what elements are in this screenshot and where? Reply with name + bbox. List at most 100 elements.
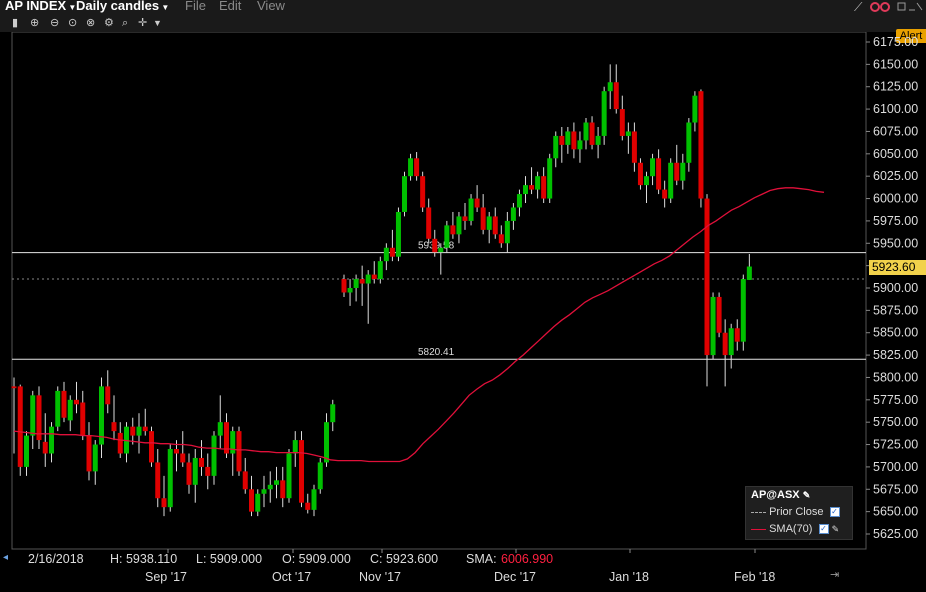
edit-icon[interactable]: ✎ <box>832 524 840 534</box>
zoom-in-icon[interactable]: ⊕ <box>30 16 39 30</box>
candle-body <box>589 122 595 145</box>
y-tick-label: 5975.00 <box>873 214 918 228</box>
candle-body <box>498 234 504 244</box>
candle-body <box>553 135 559 159</box>
legend-symbol: AP@ASX <box>751 489 800 501</box>
candle-body <box>414 158 420 177</box>
candle-body <box>746 266 752 280</box>
candle-body <box>595 135 601 145</box>
candle-body <box>559 135 565 145</box>
symbol-label: AP INDEX <box>5 0 67 13</box>
candle-body <box>389 247 395 257</box>
candle-body <box>242 471 248 490</box>
settings-icon[interactable]: ⚙ <box>104 16 114 30</box>
link-icon[interactable] <box>870 1 892 13</box>
candle-body <box>656 158 662 190</box>
prior-close-checkbox[interactable]: ✓ <box>829 507 840 518</box>
pin-icon[interactable]: ⟋ <box>854 1 862 13</box>
candle-body <box>24 435 29 467</box>
candle-body <box>438 247 444 253</box>
candle-body <box>286 453 292 499</box>
y-tick-label: 5700.00 <box>873 460 918 474</box>
search-icon[interactable]: ⌕ <box>122 16 128 30</box>
candle-body <box>674 162 680 181</box>
candle-body <box>330 404 336 423</box>
y-tick-label: 6100.00 <box>873 102 918 116</box>
candle-body <box>249 489 254 512</box>
y-tick-label: 6025.00 <box>873 169 918 183</box>
x-tick-label: Nov '17 <box>359 570 401 584</box>
candle-body <box>432 238 438 253</box>
x-tick-label: Sep '17 <box>145 570 188 584</box>
y-tick-label: 5725.00 <box>873 438 918 452</box>
y-tick-label: 5625.00 <box>873 527 918 541</box>
x-tick-label: Feb '18 <box>734 570 776 584</box>
window-controls-icon[interactable] <box>897 1 923 13</box>
menu-view[interactable]: View <box>257 0 285 13</box>
candle-body <box>292 440 298 454</box>
candle-body <box>280 480 286 499</box>
candle-body <box>402 176 407 212</box>
candle-body <box>371 274 377 280</box>
candle-body <box>468 198 474 221</box>
edit-icon[interactable]: ✎ <box>803 490 811 500</box>
chart-type-dropdown[interactable]: Daily candles ▼ <box>76 0 169 13</box>
symbol-dropdown[interactable]: AP INDEX ▼ <box>5 0 76 13</box>
menu-file[interactable]: File <box>185 0 206 13</box>
cursor-icon[interactable]: ▮ <box>12 16 18 30</box>
candle-body <box>516 194 522 208</box>
x-tick-label: Jan '18 <box>609 570 649 584</box>
title-bar: AP INDEX ▼ Daily candles ▼ File Edit Vie… <box>0 0 926 14</box>
candle-body <box>261 489 267 494</box>
candle-body <box>740 279 746 342</box>
menu-edit[interactable]: Edit <box>219 0 241 13</box>
candle-body <box>217 422 223 436</box>
candle-body <box>136 426 142 436</box>
candle-body <box>680 162 686 181</box>
candle-body <box>130 426 136 436</box>
candle-body <box>686 122 692 163</box>
candle-body <box>341 279 347 293</box>
legend-prior-close[interactable]: Prior Close ✓ <box>751 506 840 518</box>
candle-body <box>117 432 123 454</box>
chart-toolbar: ▮ ⊕ ⊖ ⊙ ⊗ ⚙ ⌕ ✛ ▼ Alert <box>0 14 926 43</box>
sma-label: SMA(70) <box>769 523 813 535</box>
legend-sma[interactable]: SMA(70) ✓ ✎ <box>751 523 839 535</box>
candle-body <box>55 390 61 427</box>
crosshair-icon[interactable]: ✛ <box>138 16 147 30</box>
candle-body <box>510 207 516 221</box>
candle-body <box>347 288 353 293</box>
y-tick-label: 5650.00 <box>873 505 918 519</box>
plot-area <box>11 32 867 550</box>
zoom-fit-icon[interactable]: ⊙ <box>68 16 77 30</box>
candle-body <box>420 176 426 208</box>
candle-body <box>11 386 17 389</box>
candle-body <box>577 140 583 150</box>
candle-body <box>710 296 716 356</box>
y-tick-label: 5800.00 <box>873 370 918 384</box>
candle-body <box>601 91 607 136</box>
candle-body <box>359 279 365 284</box>
candle-body <box>662 189 668 199</box>
y-tick-label: 5825.00 <box>873 348 918 362</box>
scroll-left-icon[interactable]: ◂ <box>3 552 8 563</box>
candle-body <box>192 457 198 485</box>
zoom-out-icon[interactable]: ⊖ <box>50 16 59 30</box>
status-open: O: 5909.000 <box>282 552 351 566</box>
candle-body <box>450 225 456 235</box>
candle-body <box>142 426 148 432</box>
chevron-down-icon[interactable]: ▼ <box>153 16 162 30</box>
candle-body <box>408 158 414 177</box>
candle-body <box>317 462 323 490</box>
candle-body <box>180 453 186 463</box>
zoom-region-icon[interactable]: ⊗ <box>86 16 95 30</box>
scroll-right-icon[interactable]: ⇥ <box>830 568 839 581</box>
candle-body <box>311 489 317 510</box>
candle-body <box>607 82 613 92</box>
candle-body <box>716 296 722 333</box>
sma-checkbox[interactable]: ✓ <box>818 524 829 535</box>
sma-line-swatch <box>751 528 766 530</box>
candle-body <box>199 457 204 467</box>
prior-close-label: Prior Close <box>769 506 824 518</box>
candle-body <box>17 386 23 467</box>
